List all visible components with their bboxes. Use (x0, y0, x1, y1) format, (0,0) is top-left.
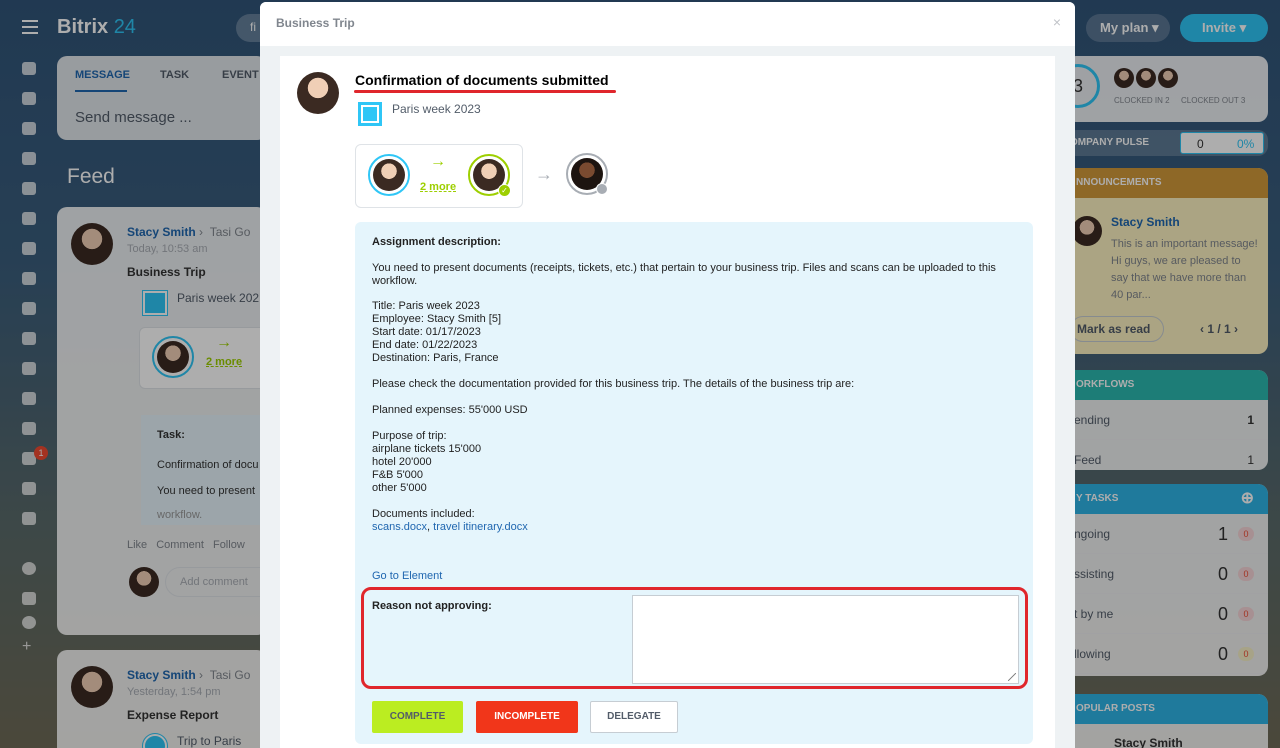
dialog-header: Business Trip × (260, 2, 1075, 46)
trip-line: Employee: Stacy Smith [5] (372, 313, 501, 325)
go-to-element-link[interactable]: Go to Element (372, 570, 442, 582)
task-title: Confirmation of documents submitted (355, 72, 609, 88)
business-trip-dialog: Business Trip × Confirmation of document… (260, 2, 1075, 748)
avatar[interactable] (297, 72, 339, 114)
trip-line: Destination: Paris, France (372, 352, 499, 364)
purpose-line: other 5'000 (372, 482, 427, 494)
check-icon: ✓ (498, 184, 511, 197)
check-text: Please check the documentation provided … (372, 378, 855, 390)
document-icon: ➔ (358, 102, 382, 126)
trip-line: End date: 01/22/2023 (372, 339, 478, 351)
documents-list: scans.docx, travel itinerary.docx (372, 521, 528, 533)
trip-line: Title: Paris week 2023 (372, 300, 480, 312)
doc-link-scans[interactable]: scans.docx (372, 521, 427, 533)
description-intro: You need to present documents (receipts,… (372, 262, 996, 287)
close-icon[interactable]: × (1053, 14, 1061, 30)
description-label: Assignment description: (372, 236, 501, 248)
more-participants[interactable]: 2 more (420, 181, 456, 193)
purpose-line: Purpose of trip: (372, 430, 447, 442)
purpose-line: airplane tickets 15'000 (372, 443, 482, 455)
dialog-title: Business Trip (276, 16, 355, 30)
resize-grip-icon[interactable] (1008, 673, 1016, 681)
reason-label: Reason not approving: (372, 600, 492, 612)
doc-link-itinerary[interactable]: travel itinerary.docx (433, 521, 528, 533)
reason-textarea[interactable] (632, 595, 1019, 684)
complete-button[interactable]: COMPLETE (372, 701, 463, 733)
dialog-body: Confirmation of documents submitted ➔ Pa… (280, 56, 1055, 748)
avatar[interactable] (368, 154, 410, 196)
documents-label: Documents included: (372, 508, 475, 520)
workflow-participants: → 2 more ✓ (355, 144, 523, 208)
purpose-line: hotel 20'000 (372, 456, 432, 468)
trip-line: Start date: 01/17/2023 (372, 326, 481, 338)
purpose-line: F&B 5'000 (372, 469, 424, 481)
delegate-button[interactable]: DELEGATE (590, 701, 678, 733)
arrow-right-icon: → (430, 153, 446, 170)
incomplete-button[interactable]: INCOMPLETE (476, 701, 578, 733)
assignment-description: Assignment description: You need to pres… (355, 222, 1033, 744)
title-underline (354, 90, 616, 93)
clock-icon (596, 183, 608, 195)
arrow-right-icon: → (535, 164, 553, 184)
document-name[interactable]: Paris week 2023 (392, 102, 481, 116)
planned-expenses: Planned expenses: 55'000 USD (372, 404, 528, 416)
